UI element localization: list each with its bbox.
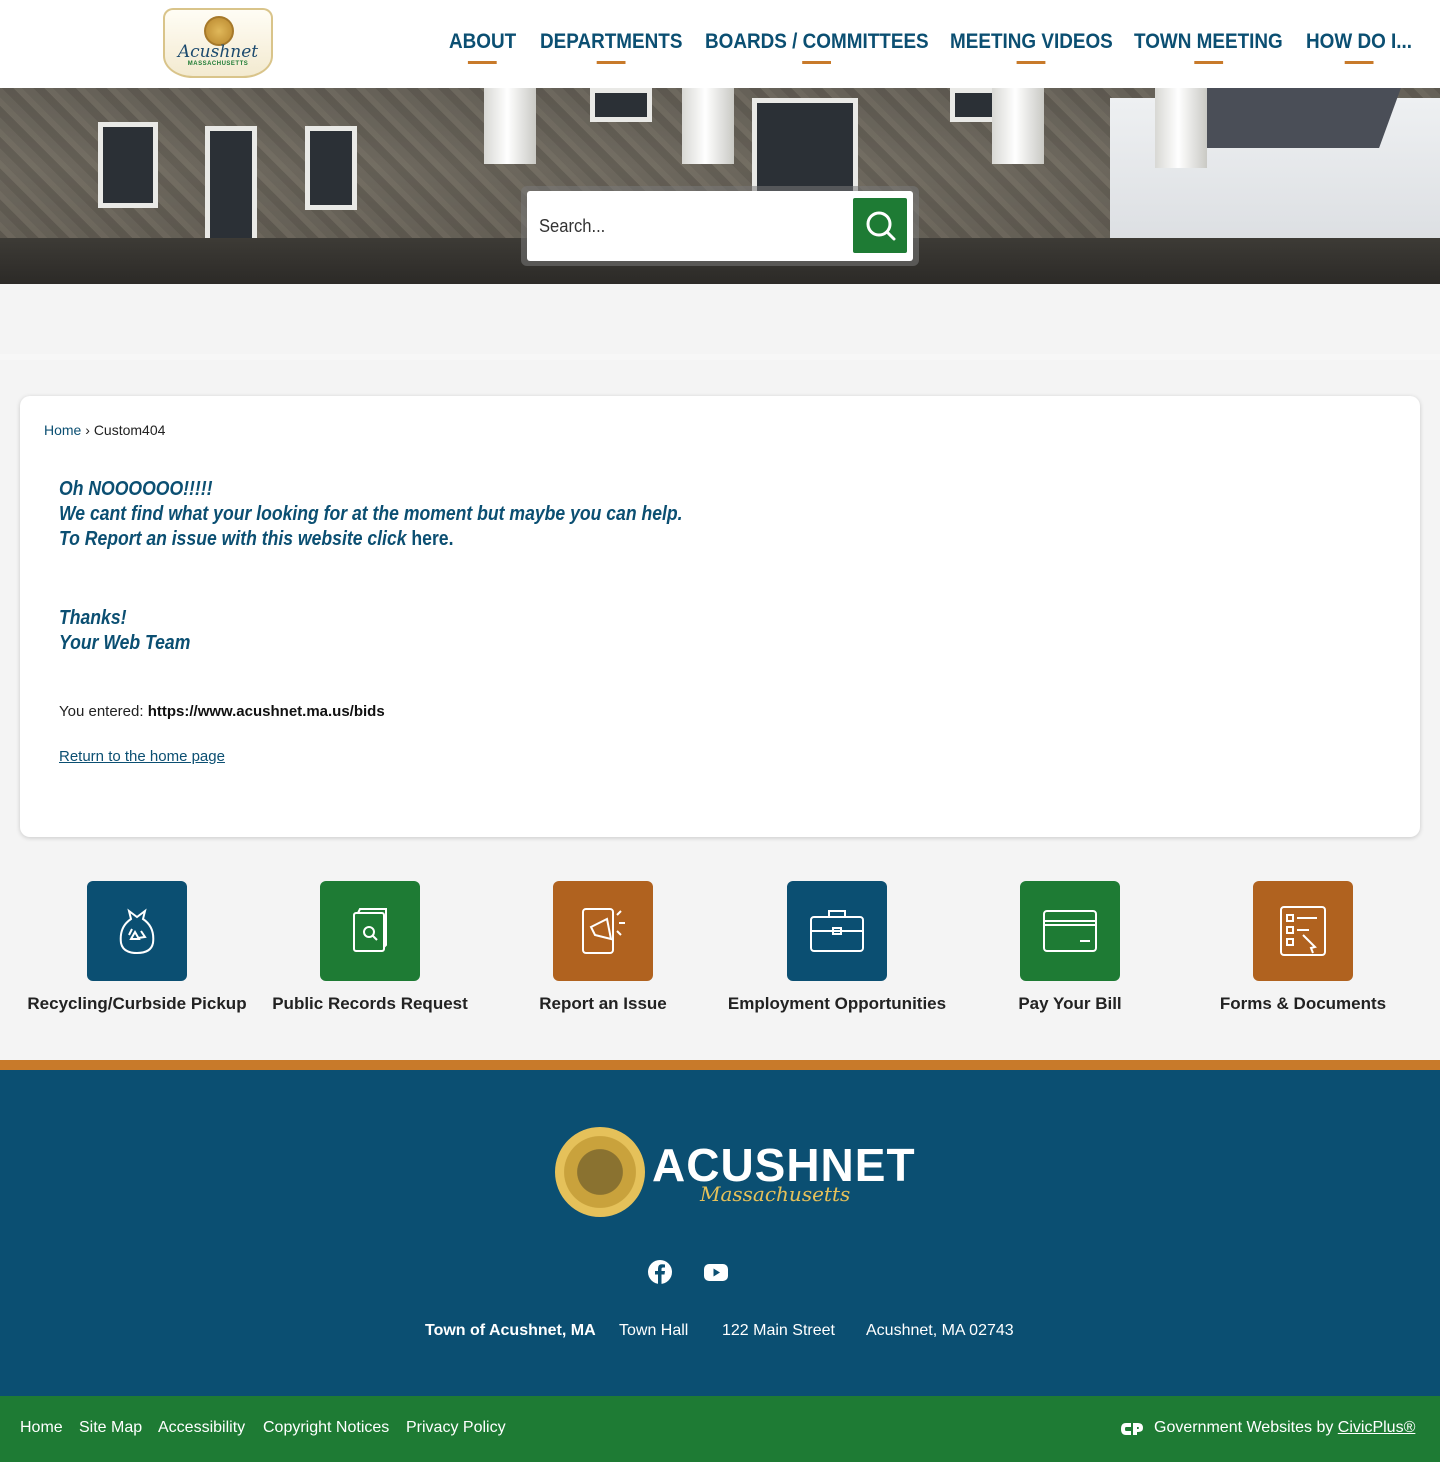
nav-label: TOWN MEETING: [1134, 30, 1283, 53]
return-home-link[interactable]: Return to the home page: [59, 748, 225, 765]
nav-label: MEETING VIDEOS: [950, 30, 1113, 53]
house-roof: [1179, 88, 1401, 148]
error-description: We cant find what your looking for at th…: [59, 503, 683, 525]
quick-link-label: Forms & Documents: [1219, 994, 1387, 1013]
site-header: Acushnet MASSACHUSETTS ABOUT DEPARTMENTS…: [0, 0, 1440, 88]
facebook-icon[interactable]: [647, 1259, 673, 1285]
civicplus-icon: [1121, 1423, 1143, 1435]
briefcase-icon: [787, 881, 887, 981]
footer-bottom-bar: Home Site Map Accessibility Copyright No…: [0, 1396, 1440, 1462]
nav-town-meeting[interactable]: TOWN MEETING: [1134, 30, 1283, 70]
footer-city: Acushnet, MA 02743: [866, 1322, 1014, 1339]
building-pillar: [1155, 88, 1207, 168]
form-checklist-icon: [1253, 881, 1353, 981]
entered-url-line: You entered: https://www.acushnet.ma.us/…: [59, 703, 385, 720]
breadcrumb-current: Custom404: [93, 422, 166, 438]
building-pillar: [992, 88, 1044, 164]
nav-underline: [1344, 61, 1374, 64]
credit-prefix: Government Websites by: [1154, 1419, 1338, 1436]
footer-link-copyright[interactable]: Copyright Notices: [263, 1419, 389, 1437]
report-here-link[interactable]: here.: [411, 528, 453, 550]
main-nav: ABOUT DEPARTMENTS BOARDS / COMMITTEES ME…: [0, 30, 1440, 70]
report-line: To Report an issue with this website cli…: [59, 528, 453, 551]
entered-label: You entered:: [59, 703, 148, 720]
recycling-bag-icon: [87, 881, 187, 981]
footer-link-accessibility[interactable]: Accessibility: [158, 1419, 245, 1437]
footer-link-privacy[interactable]: Privacy Policy: [406, 1419, 506, 1437]
web-team-signature: Your Web Team: [59, 632, 191, 654]
building-window: [590, 88, 652, 122]
quick-link-label: Public Records Request: [272, 994, 468, 1013]
search-button[interactable]: [853, 198, 907, 253]
nav-underline: [1193, 61, 1223, 64]
footer-street: 122 Main Street: [722, 1322, 835, 1339]
nav-underline: [1016, 61, 1046, 64]
breadcrumb: Home › Custom404: [44, 422, 165, 438]
building-pillar: [682, 88, 734, 164]
footer-state-script: Massachusetts: [700, 1182, 851, 1206]
footer-building: Town Hall: [619, 1322, 689, 1339]
civicplus-credit: Government Websites by CivicPlus®: [1154, 1419, 1415, 1437]
nav-about[interactable]: ABOUT: [449, 30, 516, 70]
quick-link-label: Employment Opportunities: [727, 994, 947, 1013]
nav-boards-committees[interactable]: BOARDS / COMMITTEES: [705, 30, 929, 70]
search-input[interactable]: [539, 205, 815, 247]
site-footer: ACUSHNET Massachusetts Town of Acushnet,…: [0, 1070, 1440, 1396]
footer-accent-stripe: [0, 1060, 1440, 1070]
report-prefix: To Report an issue with this website cli…: [59, 528, 412, 550]
building-door: [205, 126, 257, 250]
spacer-band: [0, 284, 1440, 354]
content-card: Home › Custom404 Oh NOOOOOO!!!!! We cant…: [20, 396, 1420, 837]
nav-label: HOW DO I...: [1306, 30, 1413, 53]
records-search-icon: [320, 881, 420, 981]
building-window: [305, 126, 357, 210]
quick-link-label: Pay Your Bill: [1018, 994, 1122, 1013]
nav-underline: [468, 61, 497, 64]
search-field-wrapper: [527, 191, 913, 261]
civicplus-link[interactable]: CivicPlus®: [1338, 1419, 1416, 1436]
nav-label: BOARDS / COMMITTEES: [705, 30, 929, 53]
nav-underline: [596, 61, 626, 64]
nav-label: DEPARTMENTS: [540, 30, 683, 53]
nav-label: ABOUT: [449, 30, 517, 53]
town-seal-icon: [555, 1127, 645, 1217]
footer-link-home[interactable]: Home: [20, 1419, 63, 1437]
building-window: [98, 122, 158, 208]
nav-underline: [802, 61, 832, 64]
error-heading: Oh NOOOOOO!!!!!: [59, 478, 213, 500]
quick-link-label: Report an Issue: [539, 994, 667, 1013]
search-icon: [866, 211, 896, 241]
breadcrumb-home-link[interactable]: Home: [44, 422, 81, 438]
quick-link-label: Recycling/Curbside Pickup: [27, 994, 247, 1013]
nav-meeting-videos[interactable]: MEETING VIDEOS: [950, 30, 1113, 70]
footer-link-site-map[interactable]: Site Map: [79, 1419, 142, 1437]
search-container: [521, 186, 919, 266]
spacer-divider: [0, 354, 1440, 360]
entered-url: https://www.acushnet.ma.us/bids: [147, 703, 385, 720]
thanks-text: Thanks!: [59, 607, 127, 629]
building-pillar: [484, 88, 536, 164]
breadcrumb-separator: ›: [85, 422, 90, 438]
youtube-icon[interactable]: [703, 1259, 729, 1285]
nav-how-do-i[interactable]: HOW DO I...: [1306, 30, 1412, 70]
nav-departments[interactable]: DEPARTMENTS: [540, 30, 682, 70]
footer-town-label: Town of Acushnet, MA: [425, 1322, 596, 1339]
credit-card-icon: [1020, 881, 1120, 981]
megaphone-tablet-icon: [553, 881, 653, 981]
